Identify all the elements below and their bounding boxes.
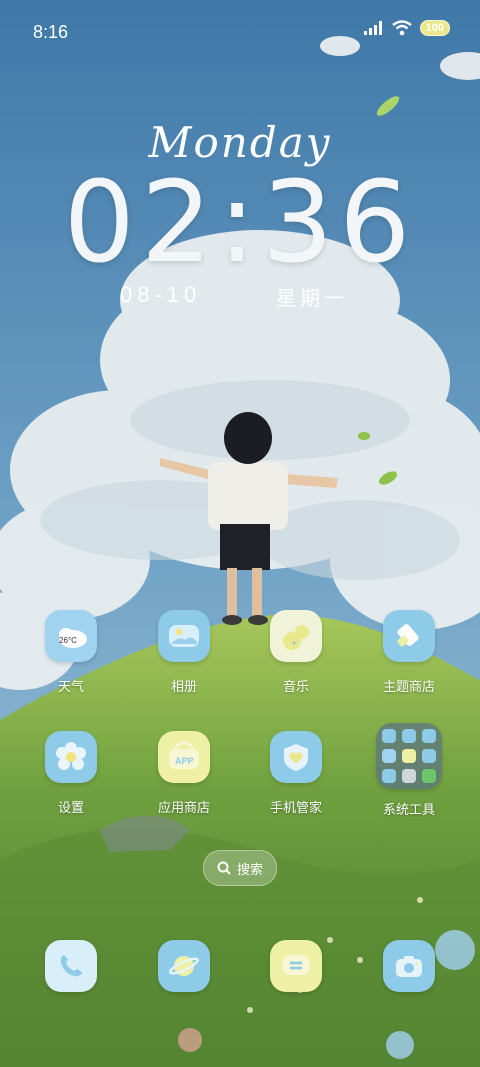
browser-icon xyxy=(158,940,210,992)
dock-messages[interactable] xyxy=(246,940,346,992)
gallery-icon xyxy=(158,610,210,662)
app-label: 手机管家 xyxy=(269,801,322,816)
app-label: 应用商店 xyxy=(157,801,210,816)
system-tools-folder-icon xyxy=(376,723,442,789)
search-icon xyxy=(217,861,231,875)
clock-date: 08-10 xyxy=(120,282,202,307)
app-label: 主题商店 xyxy=(382,680,435,695)
app-label: 设置 xyxy=(57,801,84,816)
search-label: 搜索 xyxy=(236,862,263,878)
camera-icon xyxy=(383,940,435,992)
phone-icon xyxy=(45,940,97,992)
search-button[interactable]: 搜索 xyxy=(203,850,277,886)
app-label: 天气 xyxy=(57,680,84,695)
weather-temp: 26°C xyxy=(59,636,77,645)
app-gallery[interactable]: 相册 xyxy=(134,610,234,695)
wifi-icon xyxy=(391,20,412,36)
theme-store-icon xyxy=(383,610,435,662)
dock-browser[interactable] xyxy=(134,940,234,992)
weather-icon: 26°C xyxy=(45,610,97,662)
battery-indicator: 100 xyxy=(419,20,450,36)
app-label: 系统工具 xyxy=(382,803,435,818)
app-app-store[interactable]: APP 应用商店 xyxy=(134,731,234,816)
clock-weekday: 星期一 xyxy=(276,286,348,310)
app-store-badge: APP xyxy=(175,756,194,766)
settings-icon xyxy=(45,731,97,783)
dock-camera[interactable] xyxy=(359,940,459,992)
app-music[interactable]: 音乐 xyxy=(246,610,346,695)
app-label: 相册 xyxy=(170,680,197,695)
dock-phone[interactable] xyxy=(21,940,121,992)
app-system-tools-folder[interactable]: 系统工具 xyxy=(359,723,459,818)
status-time: 8:16 xyxy=(33,22,69,42)
music-icon xyxy=(270,610,322,662)
signal-icon xyxy=(363,21,382,35)
status-icons: 100 xyxy=(363,20,450,36)
status-bar: 8:16 100 xyxy=(0,0,480,66)
app-theme-store[interactable]: 主题商店 xyxy=(359,610,459,695)
app-label: 音乐 xyxy=(282,680,309,695)
phone-manager-icon xyxy=(270,731,322,783)
app-weather[interactable]: 26°C 天气 xyxy=(21,610,121,695)
app-store-icon: APP xyxy=(158,731,210,783)
messages-icon xyxy=(270,940,322,992)
app-settings[interactable]: 设置 xyxy=(21,731,121,816)
app-phone-manager[interactable]: 手机管家 xyxy=(246,731,346,816)
clock-time: 02:36 xyxy=(63,158,417,288)
